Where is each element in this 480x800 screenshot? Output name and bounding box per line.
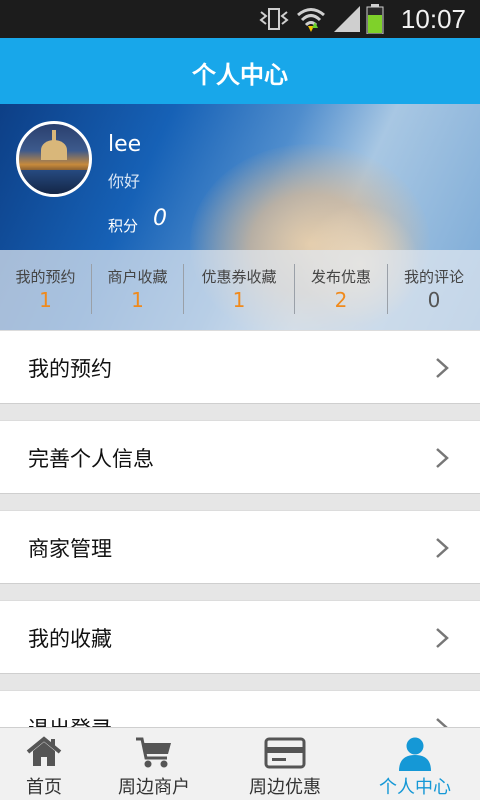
nav-label: 周边商户 [118,777,190,798]
stat-value: 1 [39,288,52,312]
stat-merchant-favorites[interactable]: 商户收藏 1 [92,250,183,330]
stat-label: 我的预约 [15,268,76,286]
nav-tab-profile[interactable]: 个人中心 [364,728,466,800]
bottom-nav: 首页 周边商户 周边优惠 个人中心 [0,727,480,800]
avatar-water [19,170,89,194]
stat-published-offers[interactable]: 发布优惠 2 [295,250,387,330]
status-bar: 10:07 [0,0,480,38]
wifi-icon [297,8,325,32]
cart-icon [136,737,171,768]
menu-item-my-reservations[interactable]: 我的预约 [0,330,480,404]
chevron-right-icon [436,358,449,378]
title-bar: 个人中心 [0,38,480,104]
nav-tab-nearby-merchants[interactable]: 周边商户 [98,728,210,800]
page-title: 个人中心 [192,61,288,89]
home-icon [26,736,62,766]
chevron-right-icon [436,448,449,468]
username: lee [108,132,142,157]
menu-item-label: 我的预约 [28,357,112,381]
nav-label: 周边优惠 [249,777,321,798]
chevron-right-icon [436,538,449,558]
stat-my-reservations[interactable]: 我的预约 1 [0,250,91,330]
status-time: 10:07 [400,4,466,34]
stats-bar: 我的预约 1 商户收藏 1 优惠券收藏 1 发布优惠 2 我的评论 0 [0,250,480,330]
nav-label: 个人中心 [379,777,451,798]
nav-tab-nearby-offers[interactable]: 周边优惠 [232,728,338,800]
stat-label: 商户收藏 [107,268,168,286]
avatar-dome [41,140,67,160]
stat-value: 0 [427,288,441,312]
person-icon [399,737,431,771]
avatar[interactable] [16,121,92,197]
menu-item-label: 商家管理 [28,537,112,561]
stat-coupon-favorites[interactable]: 优惠券收藏 1 [184,250,294,330]
signal-icon [334,6,360,32]
stat-label: 优惠券收藏 [201,268,277,286]
menu-item-complete-profile[interactable]: 完善个人信息 [0,420,480,494]
vibrate-icon [259,8,289,30]
stat-value: 1 [232,288,246,312]
menu-item-my-favorites[interactable]: 我的收藏 [0,600,480,674]
menu-item-label: 完善个人信息 [28,447,154,471]
chevron-right-icon [436,628,449,648]
battery-icon [366,4,384,34]
nav-label: 首页 [26,777,62,798]
menu-item-label: 我的收藏 [28,627,112,651]
greeting: 你好 [108,172,141,191]
points-label: 积分 [108,217,139,235]
stat-value: 1 [131,288,144,312]
card-icon [264,737,306,769]
stat-label: 我的评论 [403,268,464,286]
menu-item-merchant-management[interactable]: 商家管理 [0,510,480,584]
stat-value: 2 [334,288,348,312]
stat-label: 发布优惠 [310,268,371,286]
points-value: 0 [153,206,167,231]
stat-my-reviews[interactable]: 我的评论 0 [388,250,480,330]
nav-tab-home[interactable]: 首页 [0,728,88,800]
